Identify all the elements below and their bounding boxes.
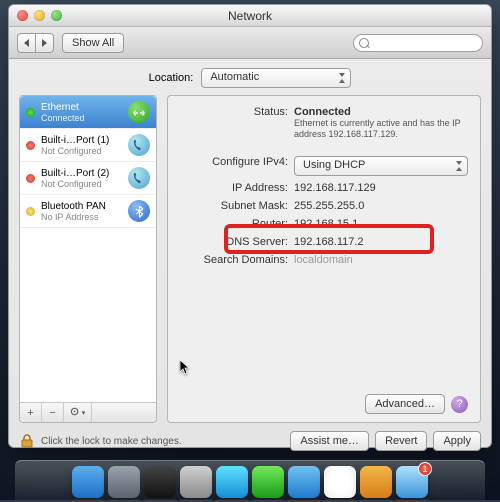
network-window: Network Show All Location: Automatic bbox=[8, 4, 492, 448]
status-desc: Ethernet is currently active and has the… bbox=[294, 118, 468, 140]
sidebar-item-port1[interactable]: Built-i…Port (1) Not Configured bbox=[20, 129, 156, 162]
advanced-button[interactable]: Advanced… bbox=[365, 394, 445, 414]
lock-icon[interactable] bbox=[19, 433, 35, 449]
sidebar-item-label: Built-i…Port (1) bbox=[41, 135, 109, 146]
dns-label: DNS Server: bbox=[180, 236, 288, 248]
sidebar-item-status: Not Configured bbox=[41, 179, 122, 189]
dock-item-photobooth[interactable] bbox=[360, 466, 392, 498]
window-title: Network bbox=[9, 9, 491, 23]
dock-item-appstore[interactable] bbox=[144, 466, 176, 498]
dns-value: 192.168.117.2 bbox=[294, 236, 468, 248]
sidebar-item-status: Connected bbox=[41, 113, 122, 123]
status-dot-icon bbox=[26, 174, 35, 183]
search-domains-label: Search Domains: bbox=[180, 254, 288, 266]
show-all-button[interactable]: Show All bbox=[62, 33, 124, 53]
phone-icon bbox=[128, 167, 150, 189]
status-dot-icon bbox=[26, 108, 35, 117]
phone-icon bbox=[128, 134, 150, 156]
dock-item-settings[interactable] bbox=[180, 466, 212, 498]
sidebar-item-label: Built-i…Port (2) bbox=[41, 168, 109, 179]
lock-text: Click the lock to make changes. bbox=[41, 436, 182, 447]
connection-sidebar: Ethernet Connected Built-i…Port (1) Not … bbox=[19, 95, 157, 423]
sidebar-item-status: No IP Address bbox=[41, 212, 122, 222]
configure-ipv4-popup[interactable]: Using DHCP bbox=[294, 156, 468, 176]
status-label: Status: bbox=[180, 106, 288, 118]
sidebar-item-port2[interactable]: Built-i…Port (2) Not Configured bbox=[20, 162, 156, 195]
subnet-label: Subnet Mask: bbox=[180, 200, 288, 212]
revert-button[interactable]: Revert bbox=[375, 431, 427, 451]
gear-icon bbox=[70, 406, 81, 420]
ip-value: 192.168.117.129 bbox=[294, 182, 468, 194]
subnet-value: 255.255.255.0 bbox=[294, 200, 468, 212]
badge: 1 bbox=[418, 462, 432, 476]
back-button[interactable] bbox=[17, 33, 35, 53]
dock-item-launchpad[interactable] bbox=[108, 466, 140, 498]
titlebar[interactable]: Network bbox=[9, 5, 491, 27]
status-dot-icon bbox=[26, 141, 35, 150]
apply-button[interactable]: Apply bbox=[433, 431, 481, 451]
status-value: Connected bbox=[294, 106, 468, 118]
remove-connection-button[interactable]: − bbox=[42, 403, 64, 422]
toolbar: Show All bbox=[9, 27, 491, 59]
location-label: Location: bbox=[149, 72, 194, 84]
dock-item-itunes[interactable] bbox=[288, 466, 320, 498]
sidebar-item-bluetooth[interactable]: Bluetooth PAN No IP Address bbox=[20, 195, 156, 228]
dock-item-finder[interactable] bbox=[72, 466, 104, 498]
dock-item-imessage[interactable] bbox=[216, 466, 248, 498]
sidebar-item-ethernet[interactable]: Ethernet Connected bbox=[20, 96, 156, 129]
sidebar-item-status: Not Configured bbox=[41, 146, 122, 156]
forward-button[interactable] bbox=[35, 33, 54, 53]
dock-item-facetime[interactable] bbox=[252, 466, 284, 498]
router-label: Router: bbox=[180, 218, 288, 230]
location-popup[interactable]: Automatic bbox=[201, 68, 351, 88]
ip-label: IP Address: bbox=[180, 182, 288, 194]
chevron-left-icon bbox=[24, 39, 29, 47]
configure-label: Configure IPv4: bbox=[180, 156, 288, 168]
assist-button[interactable]: Assist me… bbox=[290, 431, 369, 451]
dock: 1 bbox=[15, 460, 485, 500]
sidebar-item-label: Bluetooth PAN bbox=[41, 201, 106, 212]
chevron-right-icon bbox=[42, 39, 47, 47]
details-panel: Status: Connected Ethernet is currently … bbox=[167, 95, 481, 423]
search-input[interactable] bbox=[353, 34, 483, 52]
ethernet-icon bbox=[128, 101, 150, 123]
status-dot-icon bbox=[26, 207, 35, 216]
router-value: 192.168.15.1 bbox=[294, 218, 468, 230]
bluetooth-icon bbox=[128, 200, 150, 222]
add-connection-button[interactable]: + bbox=[20, 403, 42, 422]
dock-item-calendar[interactable] bbox=[324, 466, 356, 498]
search-domains-value: localdomain bbox=[294, 254, 468, 266]
action-menu-button[interactable]: ▾ bbox=[64, 403, 92, 422]
dock-item-safari[interactable]: 1 bbox=[396, 466, 428, 498]
help-button[interactable]: ? bbox=[451, 396, 468, 413]
sidebar-item-label: Ethernet bbox=[41, 102, 79, 113]
